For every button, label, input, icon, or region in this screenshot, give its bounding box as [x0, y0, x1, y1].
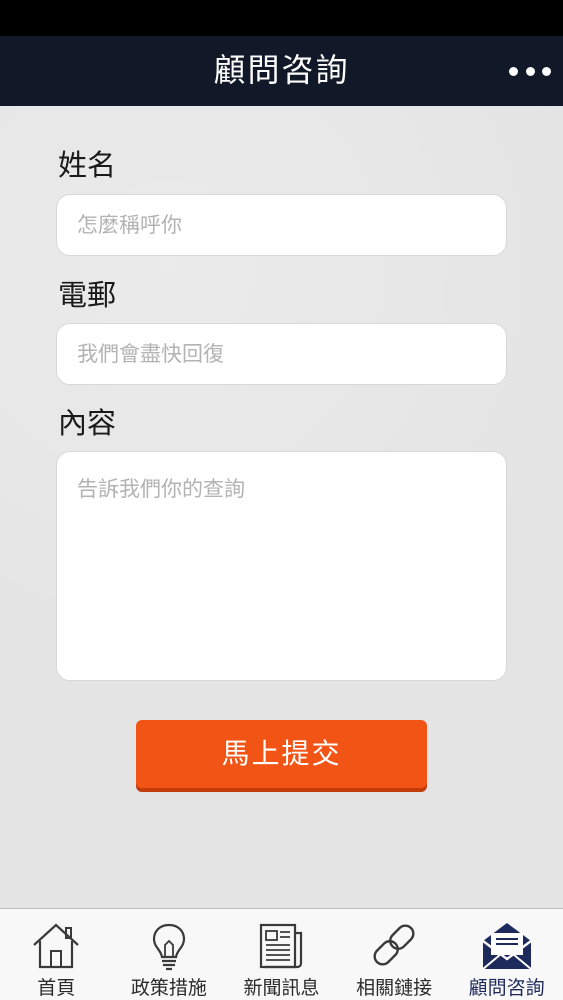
- consultation-form: 姓名 怎麼稱呼你 電郵 我們會盡快回復 內容 告訴我們你的查詢 馬上提交: [0, 106, 563, 908]
- tab-policies[interactable]: 政策措施: [113, 909, 226, 1000]
- tab-policies-label: 政策措施: [130, 977, 207, 999]
- page-title: 顧問咨詢: [213, 51, 350, 89]
- newspaper-icon: [260, 923, 303, 969]
- tab-news-label: 新聞訊息: [243, 977, 320, 999]
- link-icon: [373, 924, 415, 966]
- email-label: 電郵: [58, 278, 117, 312]
- navigation-bar: 顧問咨詢: [0, 36, 563, 106]
- tab-links-label: 相關鏈接: [356, 977, 433, 999]
- name-label: 姓名: [58, 148, 117, 182]
- home-icon: [33, 923, 80, 969]
- more-options-button[interactable]: [509, 58, 551, 84]
- email-input[interactable]: 我們會盡快回復: [56, 323, 507, 385]
- more-dot-icon: [509, 66, 518, 76]
- submit-button[interactable]: 馬上提交: [136, 720, 427, 788]
- more-dot-icon: [542, 66, 551, 76]
- name-input[interactable]: 怎麼稱呼你: [56, 194, 507, 256]
- tab-links[interactable]: 相關鏈接: [338, 909, 451, 1000]
- content-textarea[interactable]: 告訴我們你的查詢: [56, 451, 507, 681]
- tab-home-label: 首頁: [37, 977, 76, 999]
- bottom-tab-bar: 首頁 政策措施 新聞訊息 相關鏈接 顧問咨詢: [0, 908, 563, 1000]
- status-bar: [0, 0, 563, 36]
- more-dot-icon: [525, 66, 535, 76]
- tab-consultation-label: 顧問咨詢: [468, 977, 545, 999]
- tab-home[interactable]: 首頁: [0, 909, 113, 1000]
- content-label: 內容: [58, 406, 117, 440]
- tab-news[interactable]: 新聞訊息: [225, 909, 338, 1000]
- lightbulb-icon: [152, 923, 185, 971]
- tab-consultation[interactable]: 顧問咨詢: [450, 909, 563, 1000]
- envelope-icon: [481, 923, 532, 970]
